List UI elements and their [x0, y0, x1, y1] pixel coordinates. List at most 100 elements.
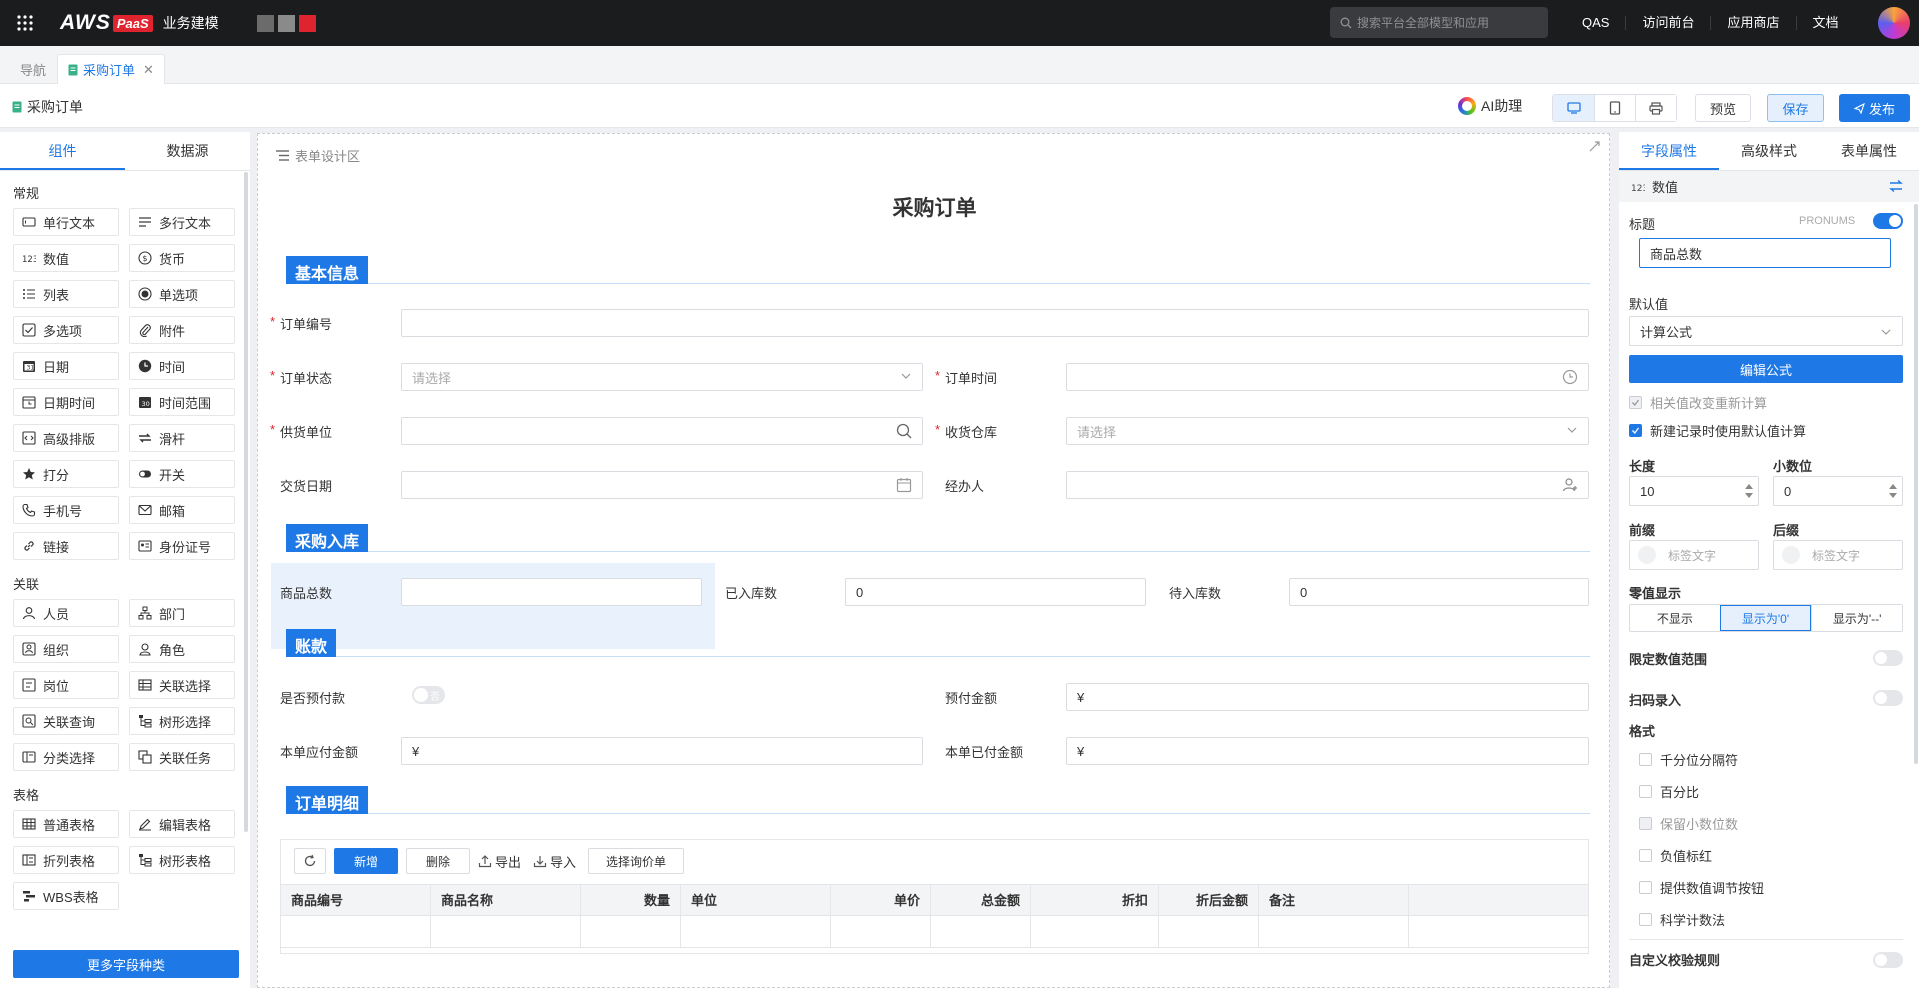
switch-type-icon[interactable] [1888, 179, 1904, 193]
component-item[interactable]: 高级排版 [13, 424, 119, 452]
column-header[interactable]: 单价 [831, 885, 931, 916]
tab-purchase-order[interactable]: 采购订单 ✕ [57, 54, 165, 84]
tab-form-properties[interactable]: 表单属性 [1819, 132, 1919, 170]
stepper-icon[interactable] [1888, 481, 1898, 501]
stocked-input[interactable]: 0 [845, 578, 1146, 606]
more-field-types-button[interactable]: 更多字段种类 [13, 950, 239, 978]
order-status-select[interactable]: 请选择 [401, 363, 923, 391]
icon-picker[interactable] [1638, 546, 1656, 564]
component-item[interactable]: 分类选择 [13, 743, 119, 771]
edit-formula-button[interactable]: 编辑公式 [1629, 355, 1903, 383]
table-cell[interactable] [431, 916, 581, 948]
format-keep-decimals-checkbox[interactable]: 保留小数位数 [1639, 814, 1738, 833]
column-header[interactable]: 商品编号 [281, 885, 431, 916]
desktop-view-button[interactable] [1553, 95, 1594, 121]
table-cell[interactable] [681, 916, 831, 948]
table-cell[interactable] [1159, 916, 1259, 948]
component-item[interactable]: 普通表格 [13, 810, 119, 838]
column-header[interactable]: 备注 [1259, 885, 1409, 916]
format-scientific-checkbox[interactable]: 科学计数法 [1639, 910, 1725, 929]
default-value-select[interactable]: 计算公式 [1629, 316, 1903, 346]
close-icon[interactable]: ✕ [143, 62, 154, 78]
recalc-checkbox[interactable]: 相关值改变重新计算 [1629, 393, 1767, 412]
format-thousands-checkbox[interactable]: 千分位分隔符 [1639, 750, 1738, 769]
column-header[interactable]: 数量 [581, 885, 681, 916]
component-item[interactable]: 部门 [129, 599, 235, 627]
total-goods-input[interactable] [401, 578, 702, 606]
component-item[interactable]: 列表 [13, 280, 119, 308]
table-cell[interactable] [1409, 916, 1588, 948]
table-cell[interactable] [281, 916, 431, 948]
component-item[interactable]: 31 日期 [13, 352, 119, 380]
top-link-docs[interactable]: 文档 [1795, 16, 1855, 30]
component-item[interactable]: 日期时间 [13, 388, 119, 416]
component-item[interactable]: 手机号 [13, 496, 119, 524]
scan-input-toggle[interactable] [1873, 690, 1903, 706]
column-header[interactable]: 总金额 [931, 885, 1031, 916]
component-item[interactable]: $ 货币 [129, 244, 235, 272]
table-cell[interactable] [931, 916, 1031, 948]
section-payment[interactable]: 账款 [286, 629, 1590, 657]
publish-button[interactable]: 发布 [1839, 94, 1910, 122]
ai-assistant-button[interactable]: AI助理 [1458, 96, 1522, 116]
section-stock-in[interactable]: 采购入库 [286, 524, 1590, 552]
component-item[interactable]: 多行文本 [129, 208, 235, 236]
component-item[interactable]: 编辑表格 [129, 810, 235, 838]
expand-icon[interactable] [1588, 140, 1601, 153]
brand-logo[interactable]: AWS PaaS [60, 11, 153, 35]
table-row[interactable] [281, 916, 1588, 948]
section-basic-info[interactable]: 基本信息 [286, 256, 1590, 284]
component-item[interactable]: 单行文本 [13, 208, 119, 236]
component-item[interactable]: 123 数值 [13, 244, 119, 272]
new-record-default-checkbox[interactable]: 新建记录时使用默认值计算 [1629, 421, 1806, 440]
pending-input[interactable]: 0 [1289, 578, 1589, 606]
custom-rule-toggle[interactable] [1873, 952, 1903, 968]
component-item[interactable]: 角色 [129, 635, 235, 663]
component-item[interactable]: 时间 [129, 352, 235, 380]
format-stepper-checkbox[interactable]: 提供数值调节按钮 [1639, 878, 1764, 897]
icon-picker[interactable] [1782, 546, 1800, 564]
component-item[interactable]: 关联选择 [129, 671, 235, 699]
column-header[interactable]: 单位 [681, 885, 831, 916]
component-item[interactable]: 打分 [13, 460, 119, 488]
prepaid-toggle[interactable]: 否 [412, 686, 445, 704]
format-negative-red-checkbox[interactable]: 负值标红 [1639, 846, 1712, 865]
component-item[interactable]: 单选项 [129, 280, 235, 308]
print-view-button[interactable] [1635, 95, 1676, 121]
table-cell[interactable] [1259, 916, 1409, 948]
save-button[interactable]: 保存 [1767, 94, 1824, 122]
length-input[interactable]: 10 [1629, 476, 1759, 506]
theme-swatch[interactable] [277, 14, 295, 32]
zero-option-dash[interactable]: 显示为'--' [1811, 605, 1902, 631]
component-item[interactable]: 链接 [13, 532, 119, 560]
scrollbar[interactable] [244, 172, 248, 832]
order-time-input[interactable] [1066, 363, 1589, 391]
top-link-qas[interactable]: QAS [1566, 16, 1625, 30]
component-item[interactable]: WBS表格 [13, 882, 119, 910]
table-cell[interactable] [581, 916, 681, 948]
preview-button[interactable]: 预览 [1695, 94, 1751, 122]
import-button[interactable]: 导入 [533, 852, 576, 871]
component-item[interactable]: 树形表格 [129, 846, 235, 874]
tab-advanced-style[interactable]: 高级样式 [1719, 132, 1819, 170]
payable-input[interactable]: ¥ [401, 737, 923, 765]
theme-swatch[interactable] [256, 14, 274, 32]
component-item[interactable]: 开关 [129, 460, 235, 488]
order-detail-table[interactable]: 新增 删除 导出 导入 选择询价单 商品编号 商品名称 数量 单位 单价 总金额… [280, 839, 1589, 954]
tab-field-properties[interactable]: 字段属性 [1619, 132, 1719, 170]
tab-components[interactable]: 组件 [0, 132, 125, 170]
component-item[interactable]: 组织 [13, 635, 119, 663]
scrollbar[interactable] [1914, 204, 1918, 764]
export-button[interactable]: 导出 [478, 852, 521, 871]
delivery-date-input[interactable] [401, 471, 923, 499]
order-no-input[interactable] [401, 309, 1589, 337]
global-search-input[interactable]: 搜索平台全部模型和应用 [1330, 7, 1548, 38]
component-item[interactable]: 多选项 [13, 316, 119, 344]
column-header[interactable]: 折后金额 [1159, 885, 1259, 916]
prefix-input[interactable]: 标签文字 [1629, 540, 1759, 570]
tab-datasource[interactable]: 数据源 [125, 132, 250, 170]
paid-input[interactable]: ¥ [1066, 737, 1589, 765]
table-cell[interactable] [1031, 916, 1159, 948]
refresh-button[interactable] [294, 848, 326, 874]
stepper-icon[interactable] [1744, 481, 1754, 501]
